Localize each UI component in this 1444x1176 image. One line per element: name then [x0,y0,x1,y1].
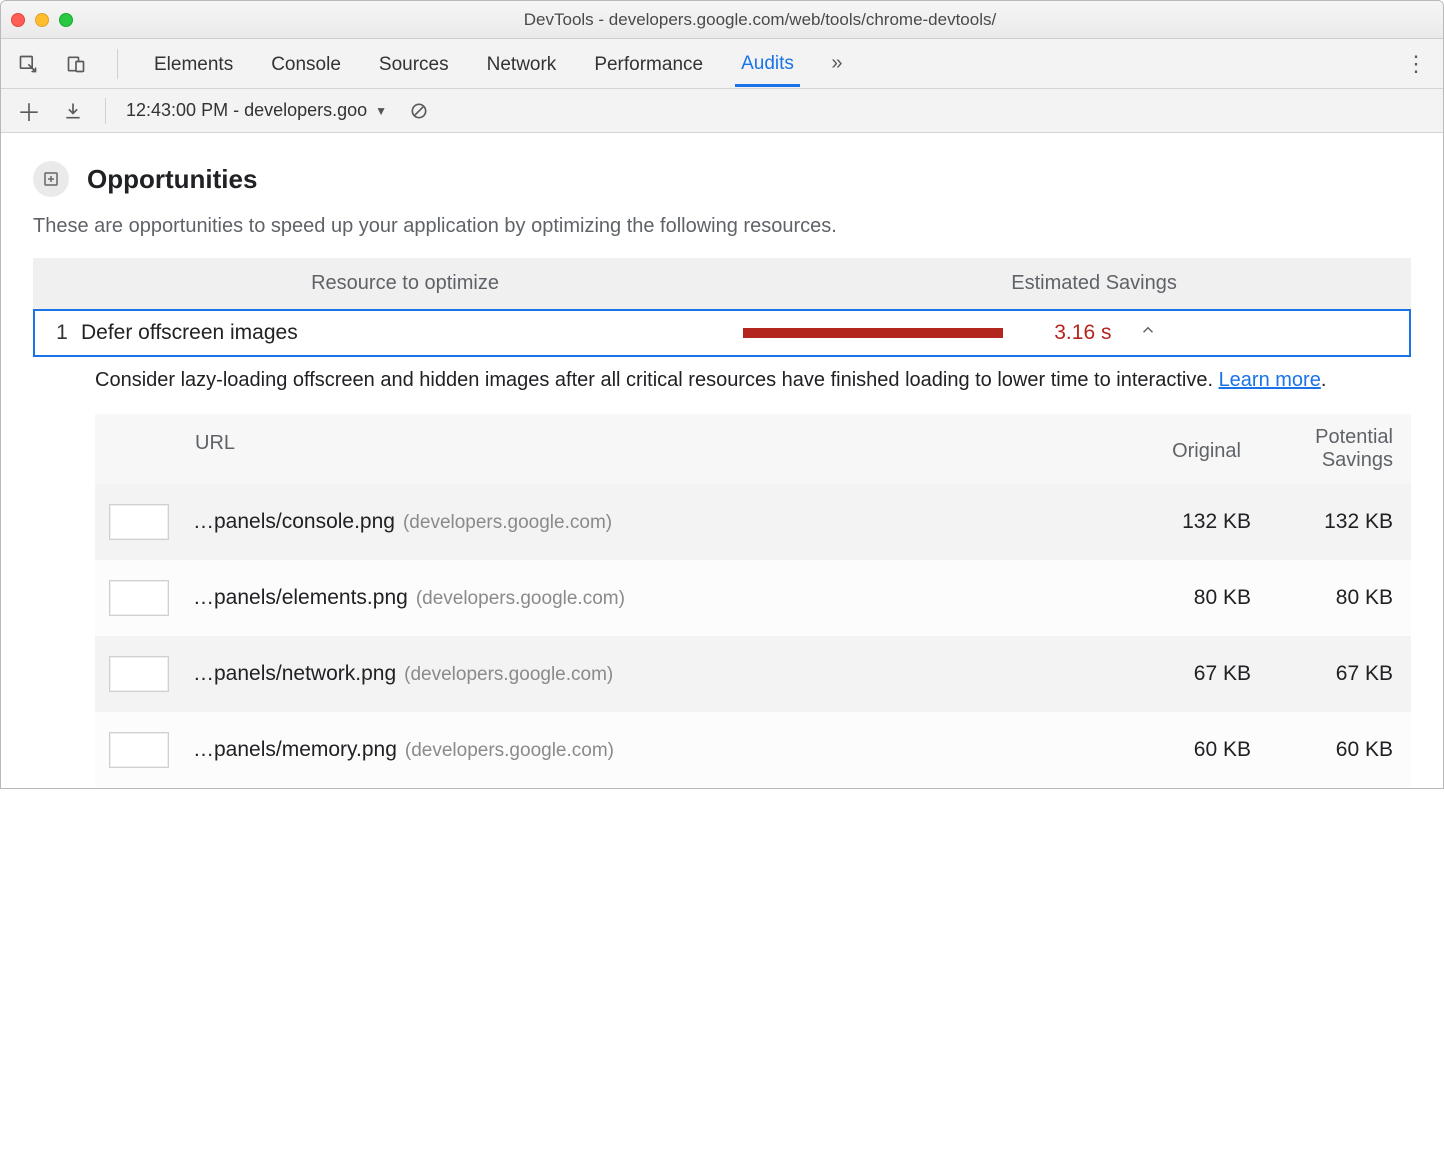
download-report-button[interactable] [61,99,85,123]
resource-host: (developers.google.com) [403,512,612,533]
col-savings: Estimated Savings [777,258,1411,309]
tab-network[interactable]: Network [481,42,563,86]
clear-report-button[interactable] [407,99,431,123]
col-potential: Potential Savings [1251,414,1411,484]
dropdown-caret-icon: ▼ [375,104,387,118]
resource-url: …panels/elements.png (developers.google.c… [193,586,1111,610]
zoom-window-button[interactable] [59,13,73,27]
devtools-window: DevTools - developers.google.com/web/too… [0,0,1444,789]
resource-potential-savings: 80 KB [1251,586,1411,610]
device-toolbar-icon[interactable] [65,53,87,75]
col-original: Original [1111,414,1251,484]
resource-row[interactable]: …panels/network.png (developers.google.co… [95,636,1411,712]
resource-url: …panels/memory.png (developers.google.com… [193,738,1111,762]
resource-path: …panels/elements.png [193,586,408,609]
resource-thumbnail [109,656,169,692]
detail-text: Consider lazy-loading offscreen and hidd… [95,369,1219,391]
window-titlebar: DevTools - developers.google.com/web/too… [1,1,1443,39]
report-selector[interactable]: 12:43:00 PM - developers.goo ▼ [126,100,387,121]
col-resource: Resource to optimize [33,258,777,309]
more-tabs-icon[interactable]: » [826,53,848,75]
resource-original-size: 80 KB [1111,586,1251,610]
audits-toolbar: ＋ 12:43:00 PM - developers.goo ▼ [1,89,1443,133]
inspect-element-icon[interactable] [17,53,39,75]
resource-table: URL Original Potential Savings …panels/c… [95,414,1411,788]
tab-sources[interactable]: Sources [373,42,455,86]
separator [117,49,118,79]
resource-row[interactable]: …panels/console.png (developers.google.co… [95,484,1411,560]
opportunity-savings-bar-wrap: 3.16 s [743,321,1395,345]
opportunities-heading: Opportunities [33,161,1411,197]
learn-more-link[interactable]: Learn more [1219,369,1321,391]
new-audit-button[interactable]: ＋ [17,99,41,123]
resource-original-size: 67 KB [1111,662,1251,686]
panel-tabstrip: Elements Console Sources Network Perform… [1,39,1443,89]
savings-bar [743,328,1003,338]
chevron-up-icon [1139,321,1157,345]
window-title: DevTools - developers.google.com/web/too… [87,10,1433,30]
resource-url: …panels/network.png (developers.google.co… [193,662,1111,686]
opportunity-detail: Consider lazy-loading offscreen and hidd… [33,357,1411,392]
resource-host: (developers.google.com) [405,740,614,761]
opportunity-index: 1 [43,321,81,345]
resource-path: …panels/network.png [193,662,396,685]
resource-potential-savings: 132 KB [1251,510,1411,534]
resource-potential-savings: 67 KB [1251,662,1411,686]
resource-path: …panels/memory.png [193,738,397,761]
resource-path: …panels/console.png [193,510,395,533]
close-window-button[interactable] [11,13,25,27]
resource-row[interactable]: …panels/elements.png (developers.google.c… [95,560,1411,636]
resource-url: …panels/console.png (developers.google.co… [193,510,1111,534]
separator [105,98,106,124]
resource-thumbnail [109,580,169,616]
traffic-lights [11,13,73,27]
opportunities-table: Resource to optimize Estimated Savings 1… [33,258,1411,788]
tab-performance[interactable]: Performance [588,42,709,86]
settings-kebab-icon[interactable]: ⋮ [1405,53,1427,75]
report-selector-label: 12:43:00 PM - developers.goo [126,100,367,121]
tab-elements[interactable]: Elements [148,42,239,86]
savings-value: 3.16 s [1021,321,1111,345]
opportunity-name: Defer offscreen images [81,321,743,345]
opportunities-table-header: Resource to optimize Estimated Savings [33,258,1411,309]
resource-host: (developers.google.com) [404,664,613,685]
opportunities-icon [33,161,69,197]
section-title: Opportunities [87,164,257,195]
section-description: These are opportunities to speed up your… [33,215,1411,238]
opportunity-row[interactable]: 1 Defer offscreen images 3.16 s [33,309,1411,357]
tab-audits[interactable]: Audits [735,41,800,87]
resource-potential-savings: 60 KB [1251,738,1411,762]
resource-row[interactable]: …panels/memory.png (developers.google.com… [95,712,1411,788]
minimize-window-button[interactable] [35,13,49,27]
resource-host: (developers.google.com) [416,588,625,609]
audits-content: Opportunities These are opportunities to… [1,133,1443,788]
tab-console[interactable]: Console [265,42,347,86]
resource-original-size: 60 KB [1111,738,1251,762]
resource-original-size: 132 KB [1111,510,1251,534]
resource-thumbnail [109,732,169,768]
col-url: URL [95,414,1111,484]
resource-thumbnail [109,504,169,540]
resource-table-header: URL Original Potential Savings [95,414,1411,484]
